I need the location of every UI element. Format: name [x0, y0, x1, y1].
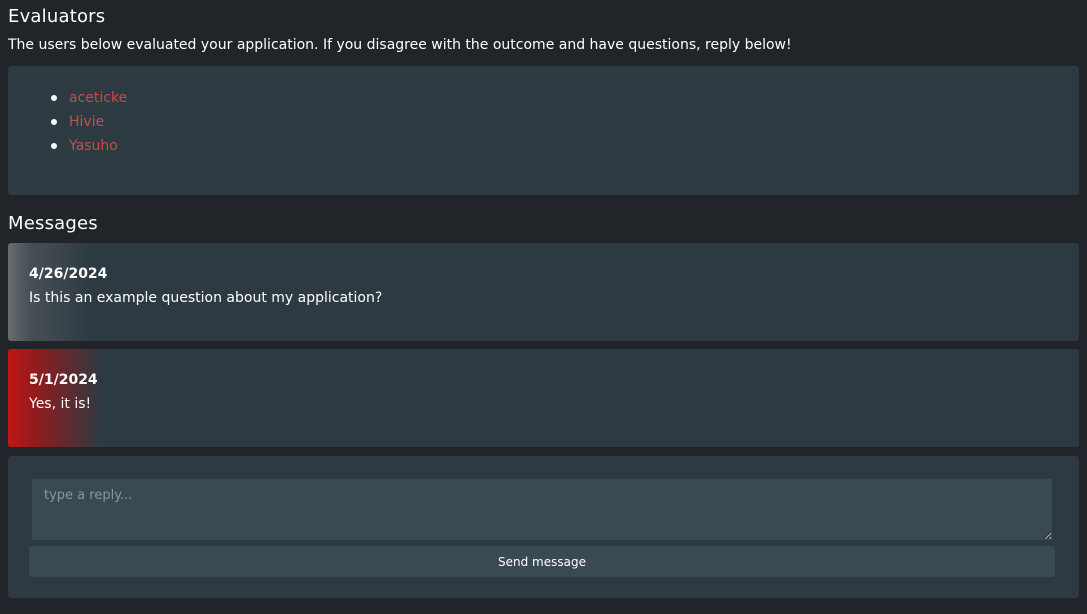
evaluator-link-yasuho[interactable]: Yasuho [69, 138, 118, 154]
send-message-button[interactable]: Send message [29, 546, 1055, 577]
reply-input[interactable] [32, 479, 1052, 540]
message-date: 4/26/2024 [29, 266, 108, 282]
message-text: Yes, it is! [29, 396, 92, 412]
bullet-icon [51, 143, 57, 149]
evaluator-link-hivie[interactable]: Hivie [69, 114, 104, 130]
bullet-icon [51, 95, 57, 101]
bullet-icon [51, 119, 57, 125]
application-page: Evaluators The users below evaluated you… [0, 0, 1087, 598]
evaluator-list-item: aceticke [48, 86, 1079, 110]
evaluator-link-aceticke[interactable]: aceticke [69, 90, 127, 106]
evaluators-intro: The users below evaluated your applicati… [8, 37, 792, 53]
message-date: 5/1/2024 [29, 372, 98, 388]
messages-heading: Messages [8, 213, 98, 234]
evaluator-list-item: Hivie [48, 110, 1079, 134]
evaluator-list-item: Yasuho [48, 134, 1079, 158]
message-card: 4/26/2024 Is this an example question ab… [8, 243, 1079, 341]
message-card: 5/1/2024 Yes, it is! [8, 349, 1079, 447]
evaluators-heading: Evaluators [8, 6, 106, 27]
evaluators-panel: aceticke Hivie Yasuho [8, 66, 1079, 195]
message-text: Is this an example question about my app… [29, 290, 383, 306]
reply-panel: Send message [8, 456, 1079, 598]
evaluator-list: aceticke Hivie Yasuho [48, 86, 1079, 158]
